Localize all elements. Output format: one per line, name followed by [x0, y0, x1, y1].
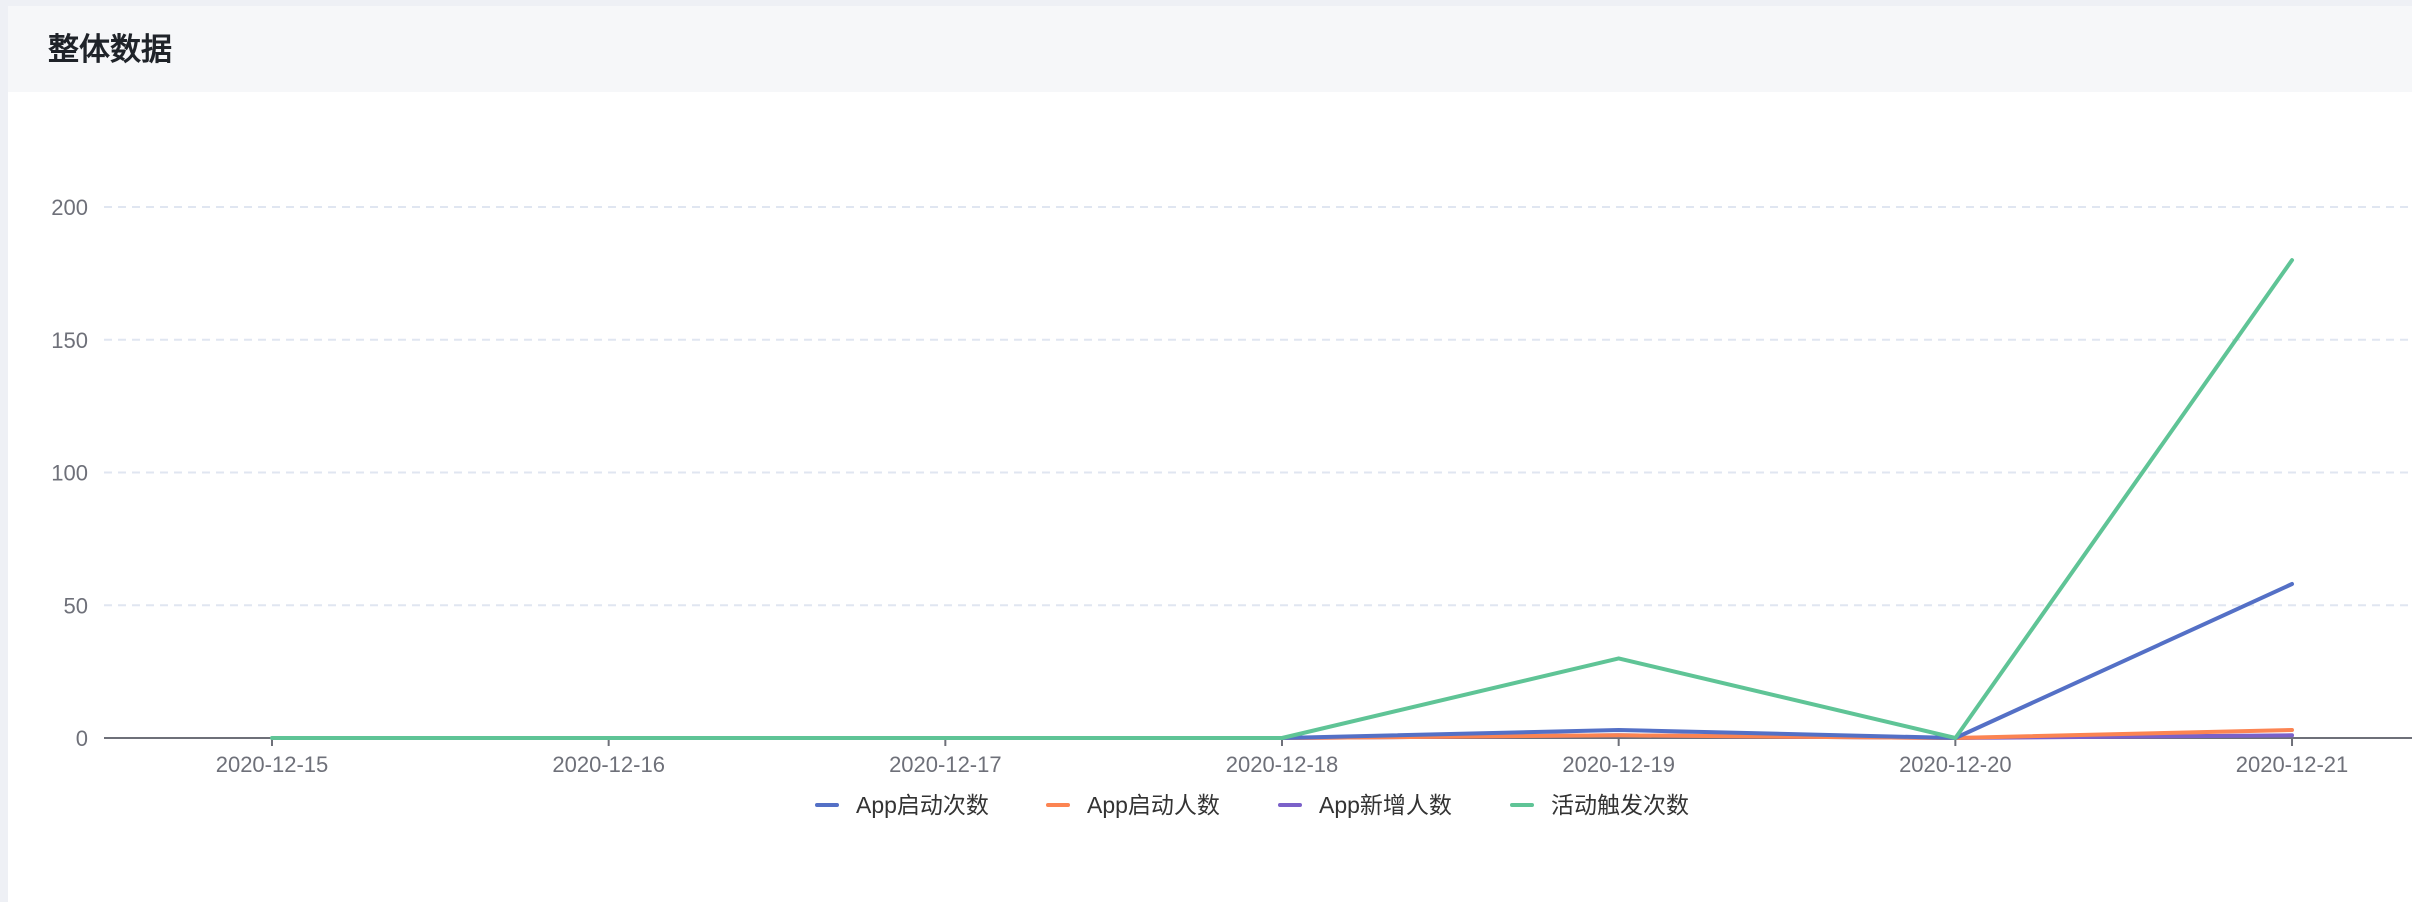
y-tick-label: 200 [51, 195, 88, 220]
legend-label[interactable]: App启动次数 [856, 792, 989, 818]
x-tick-label: 2020-12-17 [889, 752, 1002, 777]
y-tick-label: 150 [51, 328, 88, 353]
y-tick-label: 100 [51, 461, 88, 486]
series-line-3 [270, 258, 2294, 740]
legend-label[interactable]: App新增人数 [1319, 792, 1452, 818]
x-tick-label: 2020-12-21 [2236, 752, 2349, 777]
x-tick-label: 2020-12-15 [216, 752, 329, 777]
legend-swatch[interactable] [1046, 803, 1070, 807]
x-tick-label: 2020-12-19 [1562, 752, 1675, 777]
line-chart: 0 50 100 150 200 2020-12-15 2020-12-16 2020-12-… [51, 195, 2412, 818]
x-tick-label: 2020-12-18 [1226, 752, 1339, 777]
legend-label[interactable]: 活动触发次数 [1551, 792, 1689, 818]
legend-swatch[interactable] [1510, 803, 1534, 807]
legend-label[interactable]: App启动人数 [1087, 792, 1220, 818]
y-tick-label: 50 [64, 593, 88, 618]
x-tick-label: 2020-12-20 [1899, 752, 2012, 777]
legend-swatch[interactable] [1278, 803, 1302, 807]
legend-swatch[interactable] [815, 803, 839, 807]
x-tick-label: 2020-12-16 [552, 752, 665, 777]
series-line-0 [1280, 582, 2294, 740]
y-tick-label: 0 [76, 726, 88, 751]
